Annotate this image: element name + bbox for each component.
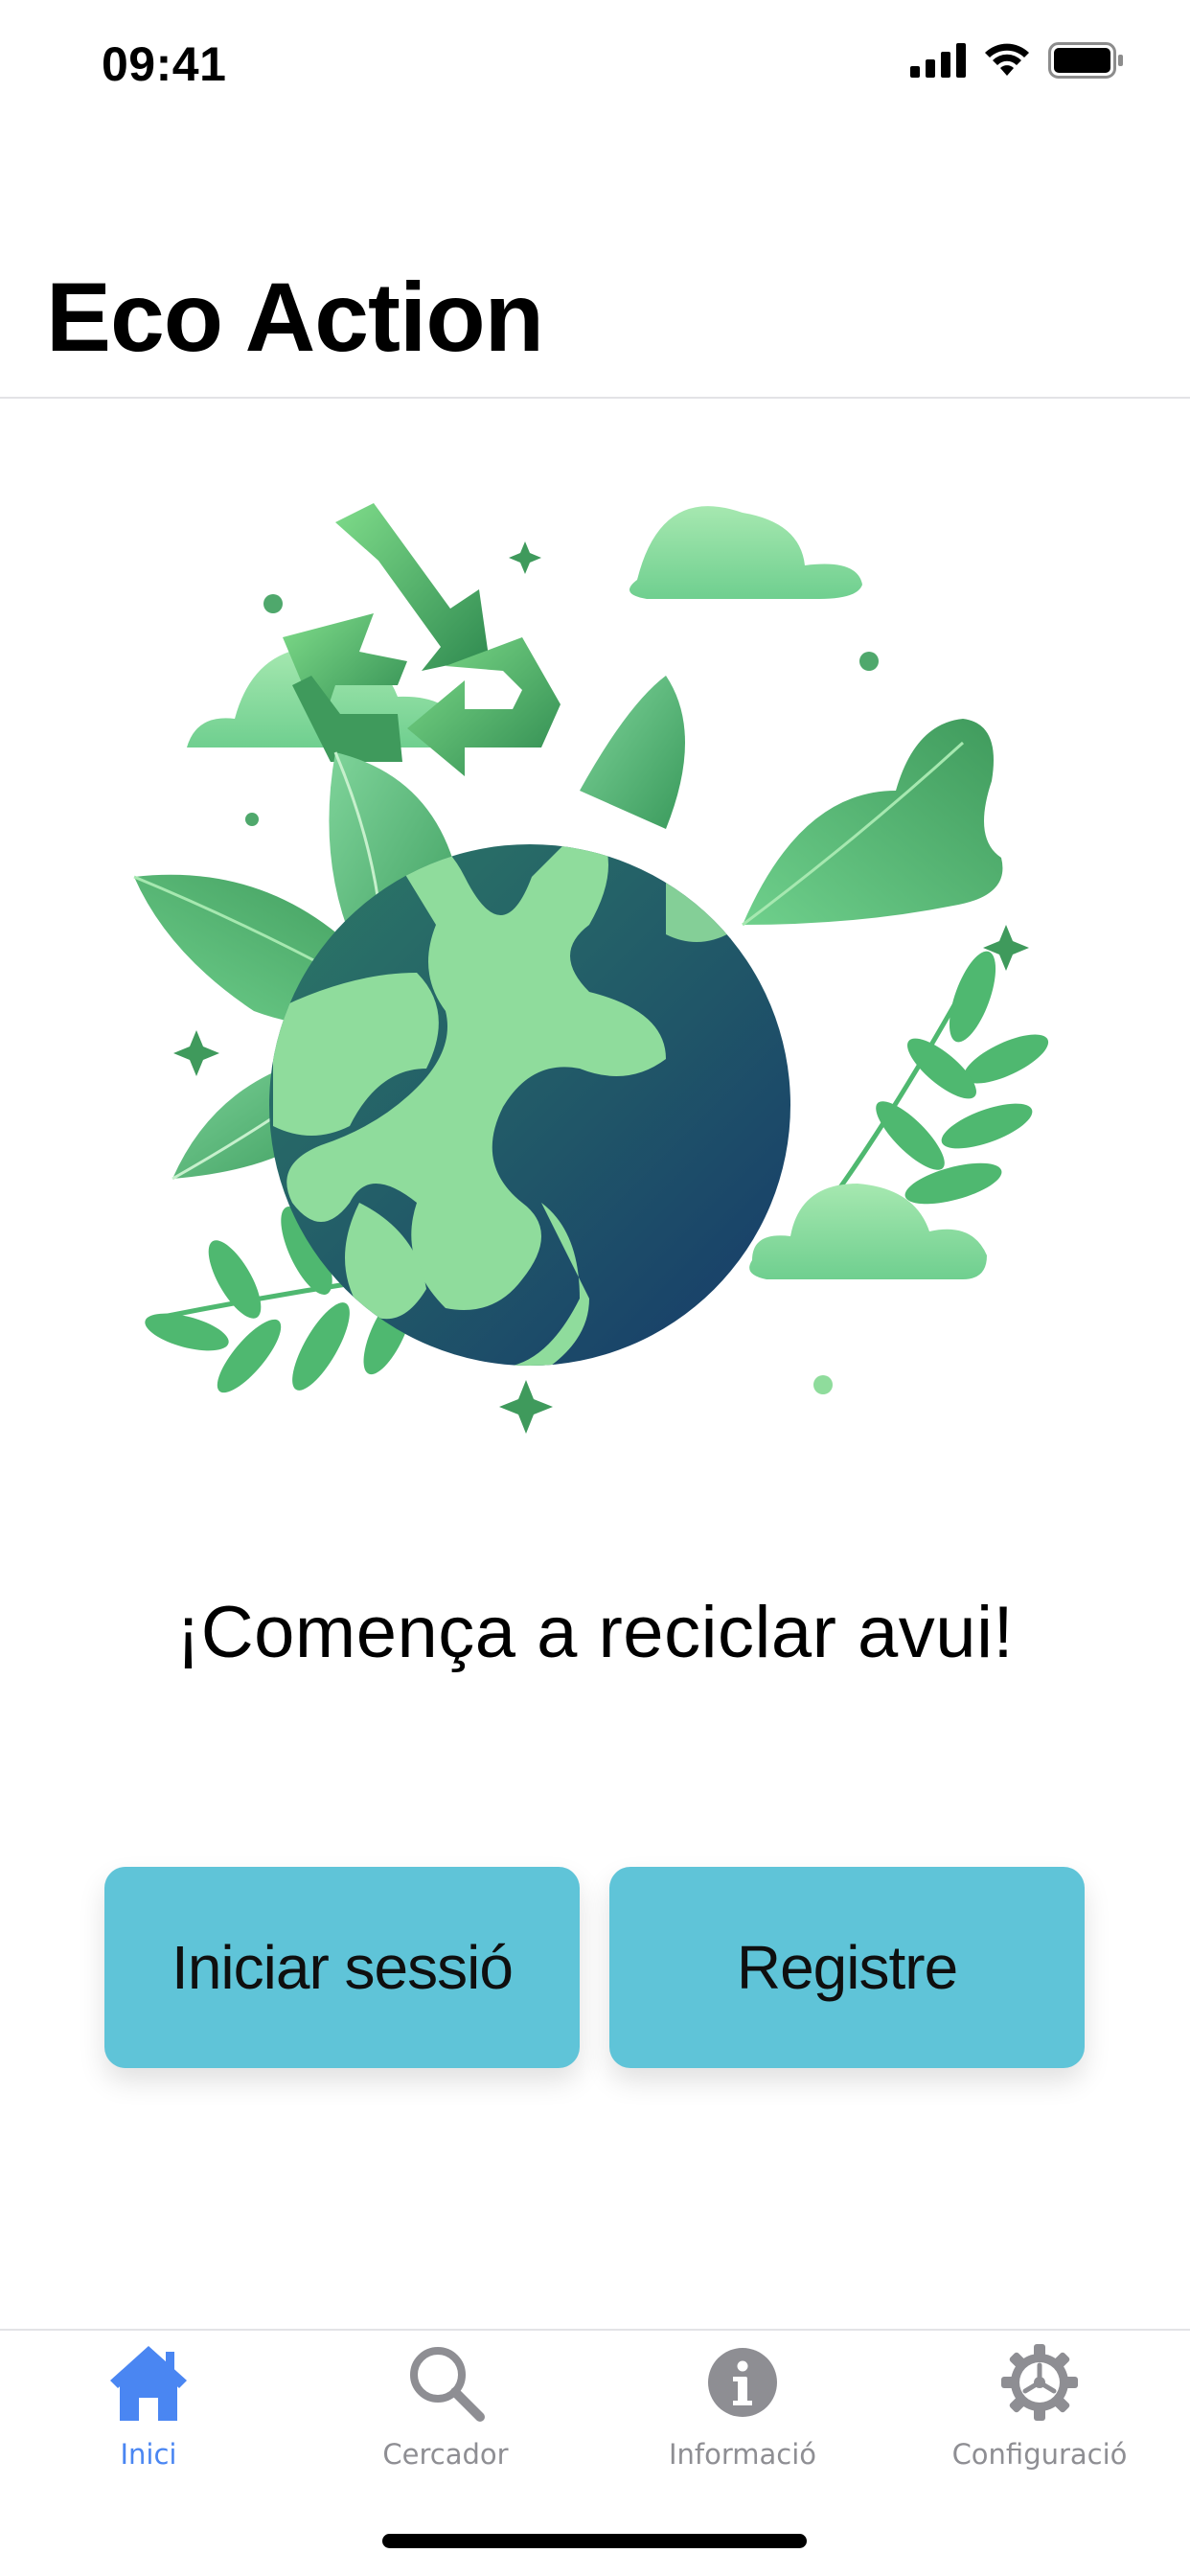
dot-decoration [245,813,259,826]
cloud-shape [629,506,862,599]
page-title: Eco Action [46,263,544,372]
sparkle-icon [509,541,541,574]
wifi-icon [985,43,1029,76]
earth-recycling-illustration [133,503,1049,1434]
sparkle-icon [173,1030,219,1076]
headline: ¡Comença a reciclar avui! [175,1592,1015,1673]
login-button[interactable]: Iniciar sessió [104,1867,580,2068]
dot-decoration [859,652,879,671]
status-time: 09:41 [102,37,227,91]
nav-divider [0,397,1190,399]
tab-info[interactable]: Informació [594,2340,891,2503]
recycle-arrows [283,503,561,776]
tab-label: Configuració [951,2438,1128,2471]
register-button[interactable]: Registre [609,1867,1085,2068]
leaf-shape [742,719,1003,927]
sparkle-icon [499,1380,553,1434]
battery-icon [1048,42,1123,79]
tab-label: Informació [668,2438,817,2471]
tab-bar: Inici Cercador Informació Configuració [0,2331,1190,2522]
leaf-shape [580,676,685,829]
tab-label: Cercador [382,2438,509,2471]
tab-home[interactable]: Inici [0,2340,297,2503]
info-icon [708,2348,777,2417]
status-icons [910,42,1125,79]
home-indicator[interactable] [382,2534,807,2548]
search-icon [410,2347,485,2422]
tab-settings[interactable]: Configuració [891,2340,1188,2503]
tab-label: Inici [120,2438,177,2471]
tab-search[interactable]: Cercador [297,2340,594,2503]
gear-icon [1001,2344,1078,2421]
signal-icon [910,43,966,78]
dot-decoration [813,1375,833,1394]
home-icon [110,2346,187,2421]
dot-decoration [263,594,283,613]
status-bar: 09:41 [0,0,1190,129]
